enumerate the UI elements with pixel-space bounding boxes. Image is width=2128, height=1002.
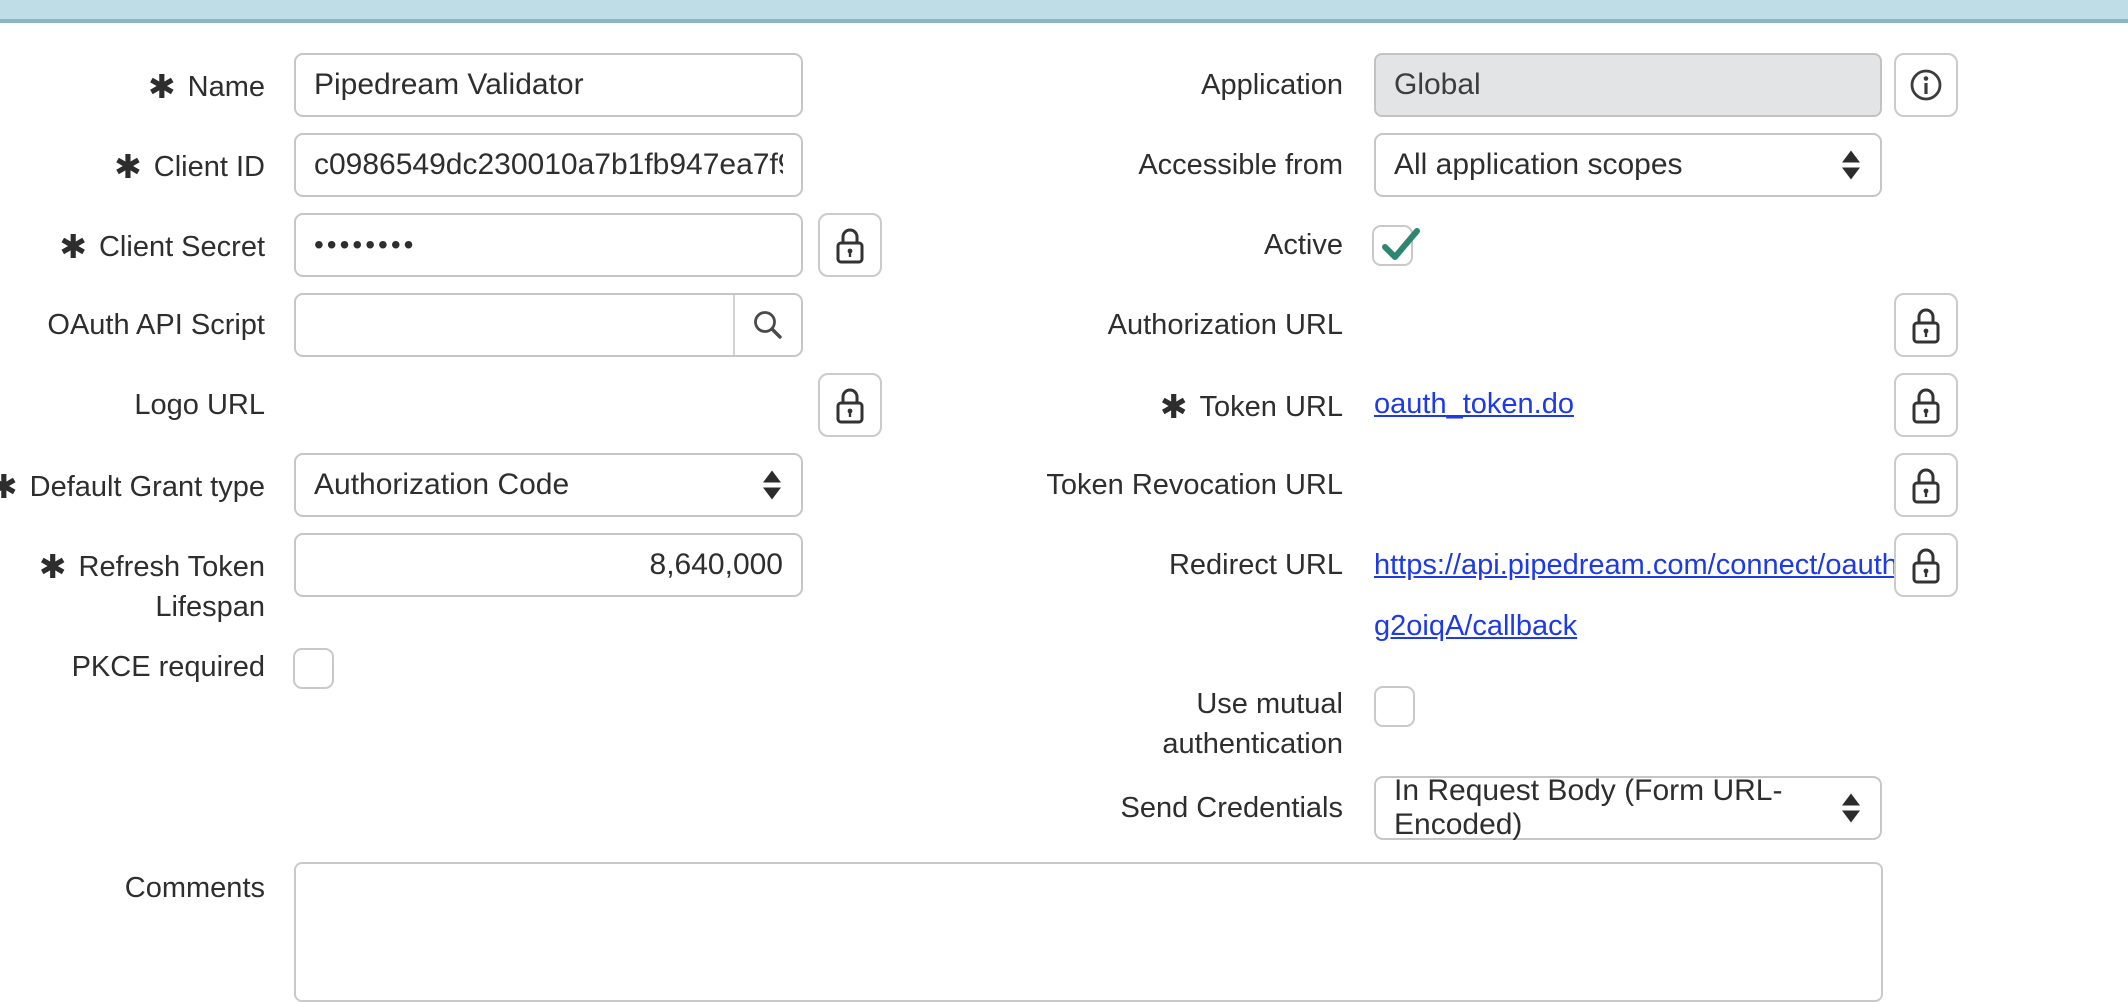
redirect-url-line2: g2oiqA/callback xyxy=(1374,596,1954,657)
oauth-api-script-lookup-button[interactable] xyxy=(733,295,801,355)
refresh-token-lifespan-label: ✱Refresh Token Lifespan xyxy=(39,545,265,627)
top-bar xyxy=(0,0,2128,23)
redirect-url-label: Redirect URL xyxy=(1169,545,1343,585)
logo-url-lock-button[interactable] xyxy=(818,373,882,437)
token-url-label: ✱Token URL xyxy=(1160,385,1343,427)
token-revocation-url-lock-button[interactable] xyxy=(1894,453,1958,517)
token-revocation-url-label: Token Revocation URL xyxy=(1046,465,1343,505)
client-secret-lock-button[interactable] xyxy=(818,213,882,277)
authorization-url-label: Authorization URL xyxy=(1108,305,1343,345)
default-grant-type-label: ✱Default Grant type xyxy=(0,465,265,507)
lock-icon xyxy=(1908,304,1944,346)
token-url-lock-button[interactable] xyxy=(1894,373,1958,437)
accessible-from-value: All application scopes xyxy=(1394,148,1683,182)
redirect-url-lock-button[interactable] xyxy=(1894,533,1958,597)
redirect-url-link[interactable]: https://api.pipedream.com/connect/oauth/… xyxy=(1374,535,1954,657)
lock-icon xyxy=(832,224,868,266)
application-readonly-field: Global xyxy=(1374,53,1882,117)
accessible-from-select[interactable]: All application scopes xyxy=(1374,133,1882,197)
lock-icon xyxy=(1908,544,1944,586)
required-icon: ✱ xyxy=(1160,387,1188,427)
client-id-label: ✱Client ID xyxy=(114,145,265,187)
search-icon xyxy=(751,308,785,342)
oauth-api-script-label: OAuth API Script xyxy=(47,305,265,345)
active-label: Active xyxy=(1264,225,1343,265)
lock-icon xyxy=(832,384,868,426)
spinner-arrows-icon xyxy=(1842,794,1860,823)
active-checkbox[interactable] xyxy=(1372,225,1413,266)
refresh-token-lifespan-input[interactable] xyxy=(294,533,803,597)
default-grant-type-select[interactable]: Authorization Code xyxy=(294,453,803,517)
use-mutual-authentication-label: Use mutual authentication xyxy=(1162,684,1343,764)
name-label: ✱Name xyxy=(148,65,265,107)
redirect-url-line1: https://api.pipedream.com/connect/oauth/… xyxy=(1374,535,1954,596)
required-icon: ✱ xyxy=(114,147,142,187)
info-icon xyxy=(1909,68,1943,102)
pkce-required-checkbox[interactable] xyxy=(293,648,334,689)
client-secret-label: ✱Client Secret xyxy=(59,225,265,267)
required-icon: ✱ xyxy=(148,67,176,107)
pkce-required-label: PKCE required xyxy=(72,647,265,687)
comments-textarea[interactable] xyxy=(294,862,1883,1002)
comments-label: Comments xyxy=(125,868,265,908)
oauth-api-script-field xyxy=(294,293,803,357)
name-input[interactable] xyxy=(294,53,803,117)
spinner-arrows-icon xyxy=(763,471,781,500)
required-icon: ✱ xyxy=(0,467,18,507)
token-url-link[interactable]: oauth_token.do xyxy=(1374,388,1574,421)
authorization-url-lock-button[interactable] xyxy=(1894,293,1958,357)
required-icon: ✱ xyxy=(39,547,67,587)
use-mutual-authentication-checkbox[interactable] xyxy=(1374,686,1415,727)
required-icon: ✱ xyxy=(59,227,87,267)
accessible-from-label: Accessible from xyxy=(1138,145,1343,185)
application-info-button[interactable] xyxy=(1894,53,1958,117)
default-grant-type-value: Authorization Code xyxy=(314,468,569,502)
lock-icon xyxy=(1908,384,1944,426)
application-label: Application xyxy=(1201,65,1343,105)
logo-url-label: Logo URL xyxy=(134,385,265,425)
lock-icon xyxy=(1908,464,1944,506)
client-id-input[interactable] xyxy=(294,133,803,197)
spinner-arrows-icon xyxy=(1842,151,1860,180)
send-credentials-value: In Request Body (Form URL-Encoded) xyxy=(1394,774,1824,842)
client-secret-input[interactable] xyxy=(294,213,803,277)
checkmark-icon xyxy=(1376,221,1424,269)
send-credentials-select[interactable]: In Request Body (Form URL-Encoded) xyxy=(1374,776,1882,840)
oauth-api-script-input[interactable] xyxy=(296,295,733,355)
send-credentials-label: Send Credentials xyxy=(1121,788,1343,828)
